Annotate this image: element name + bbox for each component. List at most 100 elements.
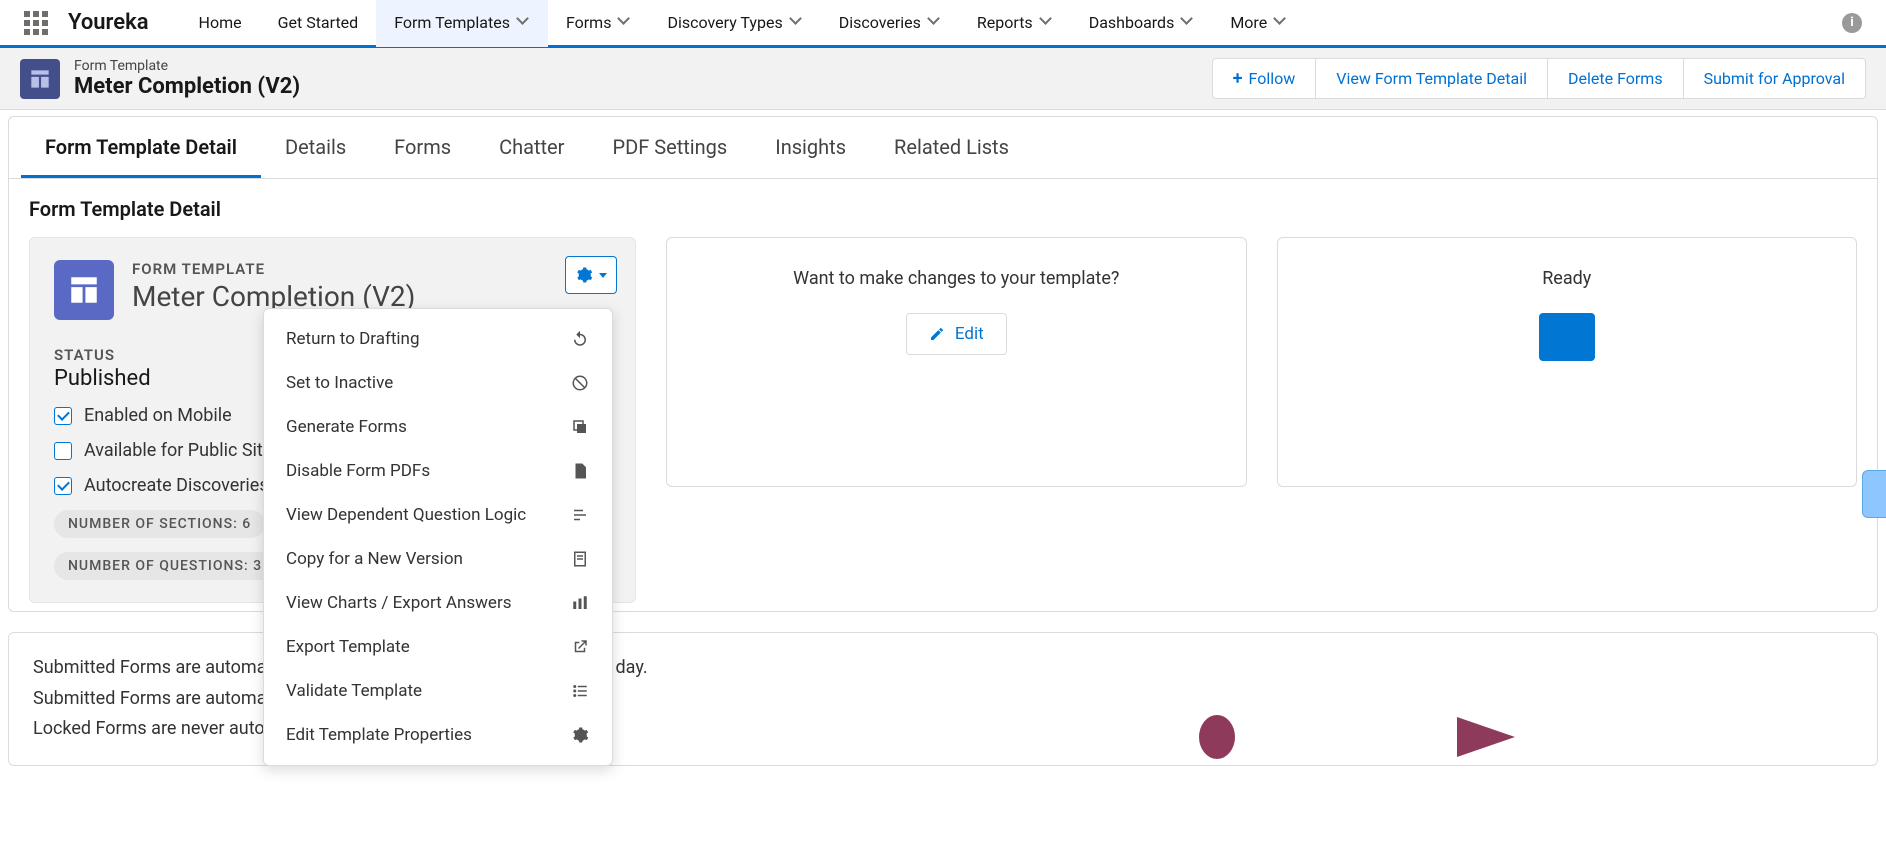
flow-icon bbox=[570, 505, 590, 525]
nav-tab-more[interactable]: More bbox=[1212, 0, 1305, 47]
subtab-insights[interactable]: Insights bbox=[751, 117, 870, 178]
menu-label: Copy for a New Version bbox=[286, 549, 463, 569]
menu-disable-pdfs[interactable]: Disable Form PDFs bbox=[264, 449, 612, 493]
gear-icon bbox=[570, 725, 590, 745]
record-header: Form Template Meter Completion (V2) + Fol… bbox=[0, 48, 1886, 110]
header-actions: + Follow View Form Template Detail Delete… bbox=[1212, 58, 1866, 99]
object-type-label: Form Template bbox=[74, 58, 300, 74]
undo-icon bbox=[570, 329, 590, 349]
nav-tabs: Home Get Started Form Templates Forms Di… bbox=[181, 0, 1306, 47]
nav-tab-reports[interactable]: Reports bbox=[959, 0, 1071, 47]
chevron-down-icon bbox=[1182, 17, 1194, 29]
edit-label: Edit bbox=[955, 324, 984, 344]
menu-generate-forms[interactable]: Generate Forms bbox=[264, 405, 612, 449]
check-label: Autocreate Discoveries bbox=[84, 475, 269, 496]
checkbox-icon[interactable] bbox=[54, 477, 72, 495]
menu-view-logic[interactable]: View Dependent Question Logic bbox=[264, 493, 612, 537]
app-name: Youreka bbox=[68, 10, 149, 35]
menu-label: Export Template bbox=[286, 637, 410, 657]
generate-button[interactable] bbox=[1541, 315, 1593, 359]
follow-label: Follow bbox=[1249, 69, 1296, 88]
edit-button[interactable]: Edit bbox=[906, 313, 1007, 355]
nav-tab-label: Get Started bbox=[278, 13, 359, 32]
caret-down-icon bbox=[599, 273, 607, 278]
right-edge-tab[interactable] bbox=[1862, 470, 1886, 518]
nav-tab-home[interactable]: Home bbox=[181, 0, 260, 47]
chevron-down-icon bbox=[791, 17, 803, 29]
menu-edit-properties[interactable]: Edit Template Properties bbox=[264, 713, 612, 757]
nav-tab-label: Home bbox=[199, 13, 242, 32]
nav-tab-form-templates[interactable]: Form Templates bbox=[376, 0, 548, 47]
menu-export-template[interactable]: Export Template bbox=[264, 625, 612, 669]
nav-tab-label: More bbox=[1230, 13, 1267, 32]
list-icon bbox=[570, 681, 590, 701]
nav-tab-forms[interactable]: Forms bbox=[548, 0, 650, 47]
nav-tab-label: Reports bbox=[977, 13, 1033, 32]
menu-set-inactive[interactable]: Set to Inactive bbox=[264, 361, 612, 405]
file-icon bbox=[570, 461, 590, 481]
detail-panel: Form Template Detail FORM TEMPLATE Meter… bbox=[8, 179, 1878, 612]
delete-forms-button[interactable]: Delete Forms bbox=[1548, 58, 1684, 99]
subtab-forms[interactable]: Forms bbox=[370, 117, 475, 178]
subtab-chatter[interactable]: Chatter bbox=[475, 117, 588, 178]
menu-label: Set to Inactive bbox=[286, 373, 393, 393]
follow-button[interactable]: + Follow bbox=[1212, 58, 1317, 99]
nav-tab-label: Discoveries bbox=[839, 13, 921, 32]
pencil-icon bbox=[929, 326, 945, 342]
app-launcher-icon[interactable] bbox=[22, 9, 50, 37]
menu-validate-template[interactable]: Validate Template bbox=[264, 669, 612, 713]
template-icon bbox=[54, 260, 114, 320]
nav-tab-label: Form Templates bbox=[394, 13, 510, 32]
submit-approval-button[interactable]: Submit for Approval bbox=[1684, 58, 1866, 99]
template-summary-card: FORM TEMPLATE Meter Completion (V2) STAT… bbox=[29, 237, 636, 603]
table-icon bbox=[570, 593, 590, 613]
menu-copy-version[interactable]: Copy for a New Version bbox=[264, 537, 612, 581]
menu-label: Disable Form PDFs bbox=[286, 461, 430, 481]
subtab-details[interactable]: Details bbox=[261, 117, 370, 178]
menu-return-to-drafting[interactable]: Return to Drafting bbox=[264, 317, 612, 361]
checkbox-icon[interactable] bbox=[54, 442, 72, 460]
info-icon[interactable]: i bbox=[1842, 13, 1862, 33]
panel-title: Form Template Detail bbox=[29, 197, 1857, 221]
chevron-down-icon bbox=[1041, 17, 1053, 29]
record-type-icon bbox=[20, 59, 60, 99]
subtab-pdf-settings[interactable]: PDF Settings bbox=[588, 117, 751, 178]
subtab-form-template-detail[interactable]: Form Template Detail bbox=[21, 117, 261, 178]
card-eyebrow: FORM TEMPLATE bbox=[132, 260, 415, 278]
nav-tab-discovery-types[interactable]: Discovery Types bbox=[649, 0, 820, 47]
gear-icon bbox=[575, 266, 593, 284]
menu-view-charts[interactable]: View Charts / Export Answers bbox=[264, 581, 612, 625]
chevron-down-icon bbox=[1275, 17, 1287, 29]
check-label: Available for Public Sites bbox=[84, 440, 282, 461]
plus-icon: + bbox=[1233, 70, 1243, 88]
nav-tab-get-started[interactable]: Get Started bbox=[260, 0, 377, 47]
generate-prompt-card: Ready bbox=[1277, 237, 1857, 487]
checkbox-icon[interactable] bbox=[54, 407, 72, 425]
menu-label: Edit Template Properties bbox=[286, 725, 472, 745]
sub-tabs: Form Template Detail Details Forms Chatt… bbox=[8, 116, 1878, 179]
global-nav: Youreka Home Get Started Form Templates … bbox=[0, 0, 1886, 48]
edit-prompt-card: Want to make changes to your template? E… bbox=[666, 237, 1246, 487]
subtab-related-lists[interactable]: Related Lists bbox=[870, 117, 1033, 178]
menu-label: Return to Drafting bbox=[286, 329, 419, 349]
copy-icon bbox=[570, 417, 590, 437]
nav-tab-label: Discovery Types bbox=[667, 13, 782, 32]
check-label: Enabled on Mobile bbox=[84, 405, 232, 426]
object-name: Meter Completion (V2) bbox=[74, 74, 300, 99]
menu-label: View Charts / Export Answers bbox=[286, 593, 511, 613]
nav-tab-discoveries[interactable]: Discoveries bbox=[821, 0, 959, 47]
view-detail-button[interactable]: View Form Template Detail bbox=[1316, 58, 1548, 99]
external-icon bbox=[570, 637, 590, 657]
gear-dropdown-menu: Return to Drafting Set to Inactive Gener… bbox=[263, 308, 613, 766]
chevron-down-icon bbox=[518, 17, 530, 29]
doc-icon bbox=[570, 549, 590, 569]
ready-text: Ready bbox=[1302, 268, 1832, 289]
nav-tab-label: Dashboards bbox=[1089, 13, 1175, 32]
nav-tab-label: Forms bbox=[566, 13, 612, 32]
sections-count-pill: NUMBER OF SECTIONS: 6 bbox=[54, 510, 265, 538]
chevron-down-icon bbox=[929, 17, 941, 29]
edit-prompt-text: Want to make changes to your template? bbox=[691, 268, 1221, 289]
gear-menu-button[interactable] bbox=[565, 256, 617, 294]
chevron-down-icon bbox=[619, 17, 631, 29]
nav-tab-dashboards[interactable]: Dashboards bbox=[1071, 0, 1213, 47]
